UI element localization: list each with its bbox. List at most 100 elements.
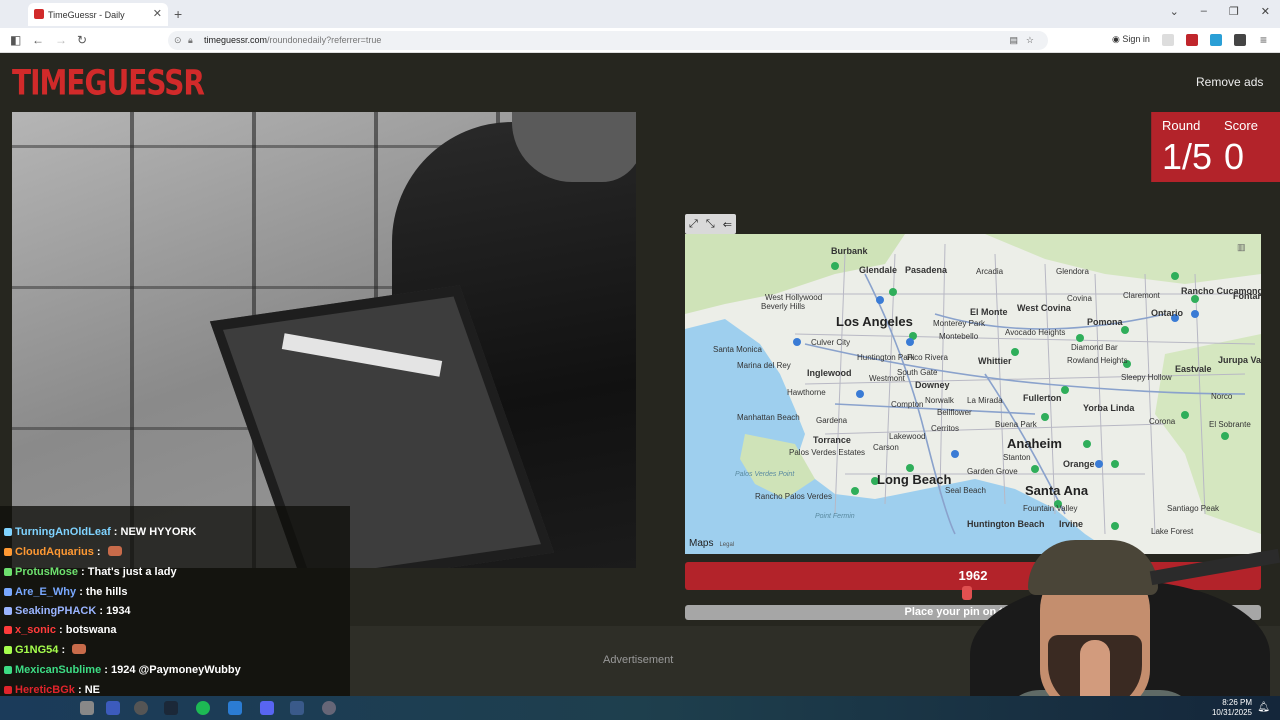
taskbar-clock[interactable]: 8:26 PM 10/31/2025: [1212, 698, 1252, 718]
timeguessr-favicon-icon: [34, 9, 44, 19]
map-label-eastvale: Eastvale: [1175, 364, 1212, 374]
chat-text: NE: [84, 684, 100, 696]
browser-tab[interactable]: TimeGuessr - Daily ✕: [28, 3, 168, 26]
chat-badge-icon: [4, 686, 12, 694]
forward-icon[interactable]: →: [55, 33, 67, 47]
clock-date: 10/31/2025: [1211, 708, 1252, 717]
chat-text: NEW HYYORK: [120, 526, 197, 538]
tab-title: TimeGuessr - Daily: [48, 9, 125, 20]
map-label-west-covina: West Covina: [1017, 303, 1071, 313]
chat-text: 1924 @PaymoneyWubby: [110, 664, 241, 676]
chevron-down-icon[interactable]: ⌄: [1170, 5, 1179, 18]
historical-photo[interactable]: [12, 112, 636, 568]
taskbar-edge-icon[interactable]: [106, 701, 120, 715]
map-label-stanton: Stanton: [1003, 453, 1031, 462]
chat-badge-icon: [4, 528, 12, 536]
reload-icon[interactable]: ↻: [77, 33, 87, 47]
map-label-los-angeles: Los Angeles: [836, 314, 913, 329]
apple-maps-attribution: Maps Legal: [689, 538, 734, 549]
map-label-carson: Carson: [873, 443, 899, 452]
taskbar-discord-icon[interactable]: [260, 701, 274, 715]
chat-separator: :: [77, 566, 88, 578]
close-tab-icon[interactable]: ✕: [153, 7, 162, 20]
map-label-inglewood: Inglewood: [807, 368, 852, 378]
chat-username[interactable]: G1NG54: [15, 644, 58, 656]
chat-message: HereticBGk : NE: [4, 684, 100, 696]
map-label-la-mirada: La Mirada: [967, 396, 1003, 405]
taskbar-app-icon[interactable]: [80, 701, 94, 715]
guess-map[interactable]: Burbank Glendale Pasadena Arcadia Glendo…: [685, 234, 1261, 554]
chat-emote-icon: [72, 644, 87, 654]
chat-badge-icon: [4, 626, 12, 634]
chat-message: MexicanSublime : 1924 @PaymoneyWubby: [4, 664, 241, 676]
chat-badge-icon: [4, 588, 12, 596]
taskbar-notes-icon[interactable]: [290, 701, 304, 715]
chat-text: the hills: [85, 586, 128, 598]
clock-time: 8:26 PM: [1222, 698, 1252, 707]
extensions-icon[interactable]: [1162, 34, 1174, 46]
chat-username[interactable]: ProtusMose: [15, 566, 78, 578]
chat-username[interactable]: TurningAnOldLeaf: [15, 526, 111, 538]
taskbar-steam-icon[interactable]: [164, 701, 178, 715]
sidebar-toggle-icon[interactable]: ◧: [10, 33, 21, 47]
taskbar-obs-icon[interactable]: [134, 701, 148, 715]
shrink-map-icon[interactable]: ⤡: [706, 218, 715, 231]
ublock-icon[interactable]: [1186, 34, 1198, 46]
map-label-huntington-park: Huntington Park: [857, 353, 915, 362]
sign-in-label: Sign in: [1122, 34, 1150, 44]
chat-username[interactable]: MexicanSublime: [15, 664, 101, 676]
page-info-icon[interactable]: ⊙: [174, 31, 182, 50]
extension-mask-icon[interactable]: [1234, 34, 1246, 46]
map-label-avocado-heights: Avocado Heights: [1005, 328, 1066, 337]
chat-badge-icon: [4, 666, 12, 674]
chat-username[interactable]: CloudAquarius: [15, 546, 94, 558]
chat-separator: :: [74, 684, 85, 696]
map-label-torrance: Torrance: [813, 435, 851, 445]
webcam-cap: [1028, 540, 1158, 595]
chat-message: ProtusMose : That's just a lady: [4, 566, 177, 578]
map-label-west-hollywood: West Hollywood: [765, 293, 823, 302]
map-label-point-fermin: Point Fermin: [815, 513, 855, 520]
address-bar[interactable]: ⊙ 🔒︎ timeguessr.com/roundonedaily?referr…: [168, 31, 1048, 50]
bookmark-star-icon[interactable]: ☆: [1026, 31, 1034, 50]
menu-icon[interactable]: ≡: [1260, 33, 1267, 47]
map-label-claremont: Claremont: [1123, 291, 1160, 300]
map-label-palos-verdes-point: Palos Verdes Point: [735, 471, 795, 478]
map-arrow-icon[interactable]: ⇐: [723, 218, 732, 231]
map-label-sleepy-hollow: Sleepy Hollow: [1121, 373, 1172, 382]
taskbar-spotify-icon[interactable]: [196, 701, 210, 715]
map-label-burbank: Burbank: [831, 246, 868, 256]
map-label-yorba-linda: Yorba Linda: [1083, 403, 1135, 413]
url-host: timeguessr.com: [204, 35, 268, 45]
new-tab-icon[interactable]: +: [174, 6, 182, 22]
back-icon[interactable]: ←: [32, 33, 44, 47]
chat-emote-icon: [107, 546, 122, 556]
chat-message: CloudAquarius :: [4, 546, 122, 558]
map-label-manhattan-beach: Manhattan Beach: [737, 413, 800, 422]
sign-in-button[interactable]: ◉ Sign in: [1112, 34, 1150, 45]
taskbar-settings-icon[interactable]: [322, 701, 336, 715]
map-label-beverly-hills: Beverly Hills: [761, 302, 806, 311]
map-layers-icon[interactable]: ▥: [1237, 242, 1246, 253]
chat-username[interactable]: HereticBGk: [15, 684, 75, 696]
close-window-icon[interactable]: ✕: [1261, 5, 1270, 18]
site-logo[interactable]: TIMEGUESSR: [12, 62, 205, 103]
chat-separator: :: [96, 605, 107, 617]
maps-legal-link[interactable]: Legal: [719, 542, 734, 548]
chat-badge-icon: [4, 568, 12, 576]
chat-username[interactable]: x_sonic: [15, 624, 56, 636]
minimize-icon[interactable]: –: [1201, 5, 1207, 18]
notification-bell-icon[interactable]: 🔔︎: [1257, 702, 1270, 713]
restore-icon[interactable]: ❐: [1229, 5, 1239, 18]
map-label-jurupa-valley: Jurupa Valley: [1218, 355, 1261, 365]
map-label-cerritos: Cerritos: [931, 424, 960, 433]
expand-map-icon[interactable]: ⤢: [689, 218, 698, 231]
chat-message: TurningAnOldLeaf : NEW HYYORK: [4, 526, 196, 538]
extension-7tv-icon[interactable]: [1210, 34, 1222, 46]
remove-ads-link[interactable]: Remove ads: [1196, 75, 1263, 89]
chat-username[interactable]: SeakingPHACK: [15, 605, 96, 617]
map-label-covina: Covina: [1067, 294, 1092, 303]
chat-username[interactable]: Are_E_Why: [15, 586, 76, 598]
reader-view-icon[interactable]: ▤: [1009, 31, 1018, 50]
taskbar-document-icon[interactable]: [228, 701, 242, 715]
